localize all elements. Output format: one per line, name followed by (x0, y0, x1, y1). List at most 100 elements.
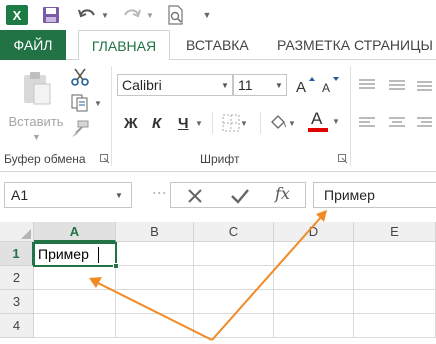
align-middle-button[interactable] (388, 74, 410, 96)
undo-icon[interactable] (75, 5, 99, 25)
undo-dropdown-icon[interactable]: ▼ (100, 5, 110, 25)
copy-icon (71, 94, 88, 112)
cell-c1[interactable] (194, 242, 274, 266)
font-size-value: 11 (238, 77, 253, 93)
redo-icon[interactable] (120, 5, 144, 25)
underline-dropdown-icon[interactable]: ▼ (195, 112, 203, 134)
font-color-button[interactable]: A ▼ (308, 109, 344, 132)
chevron-down-icon: ▼ (221, 80, 229, 90)
cell-e1[interactable] (354, 242, 436, 266)
font-color-glyph: A (311, 109, 323, 128)
font-size-select[interactable]: 11 ▼ (233, 74, 287, 96)
scissors-icon (71, 68, 89, 86)
font-launcher-icon[interactable] (338, 154, 348, 164)
fill-bucket-icon (271, 115, 286, 129)
cell-d3[interactable] (274, 290, 354, 314)
format-painter-button[interactable] (70, 118, 104, 140)
font-group-label: Шрифт (200, 152, 240, 166)
paste-button[interactable]: Вставить ▼ (4, 66, 68, 142)
align-lines-icon (359, 79, 375, 89)
cell-a4[interactable] (34, 314, 116, 338)
tab-insert[interactable]: ВСТАВКА (186, 30, 249, 60)
active-cell-border (33, 242, 117, 267)
row-header-4[interactable]: 4 (0, 314, 34, 338)
cut-button[interactable] (70, 66, 104, 88)
cell-a3[interactable] (34, 290, 116, 314)
italic-button[interactable]: К (152, 112, 161, 134)
row-header-3[interactable]: 3 (0, 290, 34, 314)
cell-e3[interactable] (354, 290, 436, 314)
borders-button[interactable]: ▼ (222, 112, 252, 134)
decrease-font-button[interactable]: A (320, 74, 342, 96)
cell-b2[interactable] (116, 266, 194, 290)
cell-b1[interactable] (116, 242, 194, 266)
name-box-value: A1 (11, 187, 29, 203)
increase-font-button[interactable]: A (295, 74, 317, 96)
font-color-swatch (308, 128, 328, 132)
align-center-icon (389, 117, 405, 127)
svg-text:A: A (296, 79, 306, 95)
clipboard-group-label: Буфер обмена (4, 152, 86, 166)
tab-page-layout[interactable]: РАЗМЕТКА СТРАНИЦЫ (277, 30, 433, 60)
cell-c4[interactable] (194, 314, 274, 338)
cell-c3[interactable] (194, 290, 274, 314)
column-header-c[interactable]: C (194, 222, 274, 242)
increase-font-icon: A (296, 77, 315, 95)
underline-button[interactable]: Ч (178, 112, 189, 134)
chevron-down-icon[interactable]: ▼ (115, 191, 131, 200)
row-header-2[interactable]: 2 (0, 266, 34, 290)
align-left-button[interactable] (358, 112, 380, 134)
column-header-d[interactable]: D (274, 222, 354, 242)
formula-bar-splitter[interactable]: ⋮ (152, 186, 168, 199)
cell-d1[interactable] (274, 242, 354, 266)
clipboard-launcher-icon[interactable] (100, 154, 110, 164)
tab-home[interactable]: ГЛАВНАЯ (78, 30, 170, 61)
name-box[interactable]: A1 ▼ (4, 182, 132, 208)
worksheet-grid: A B C D E 1 2 3 4 Пример (0, 222, 436, 344)
save-icon[interactable] (40, 5, 62, 25)
row-header-1[interactable]: 1 (0, 242, 34, 266)
cell-b4[interactable] (116, 314, 194, 338)
paste-icon (24, 72, 51, 105)
copy-dropdown-icon[interactable]: ▼ (94, 99, 102, 108)
column-header-b[interactable]: B (116, 222, 194, 242)
insert-function-icon[interactable]: fx (275, 184, 290, 203)
cell-e4[interactable] (354, 314, 436, 338)
formula-input[interactable]: Пример (313, 182, 436, 208)
align-center-button[interactable] (388, 112, 410, 134)
decrease-font-icon: A (322, 77, 339, 95)
cell-a2[interactable] (34, 266, 116, 290)
cell-e2[interactable] (354, 266, 436, 290)
cell-d4[interactable] (274, 314, 354, 338)
fill-color-dropdown-icon: ▼ (288, 118, 296, 128)
redo-dropdown-icon[interactable]: ▼ (145, 5, 155, 25)
font-name-select[interactable]: Calibri ▼ (117, 74, 233, 96)
copy-button[interactable]: ▼ (70, 92, 104, 114)
group-separator (111, 66, 112, 166)
checkmark-icon[interactable] (229, 186, 251, 206)
cell-c2[interactable] (194, 266, 274, 290)
select-all-button[interactable] (0, 222, 34, 242)
align-right-icon (417, 117, 432, 127)
align-top-button[interactable] (358, 74, 380, 96)
cancel-icon[interactable] (185, 186, 205, 206)
svg-text:A: A (322, 81, 330, 95)
align-right-button[interactable] (416, 112, 436, 134)
fill-color-button[interactable]: ▼ (268, 112, 300, 134)
align-bottom-button[interactable] (416, 74, 436, 96)
formula-bar-controls: fx (170, 182, 306, 208)
column-header-e[interactable]: E (354, 222, 436, 242)
tab-file[interactable]: ФАЙЛ (0, 30, 66, 60)
print-preview-icon[interactable] (165, 5, 187, 25)
customize-toolbar-icon[interactable]: ▼ (200, 5, 214, 25)
cell-b3[interactable] (116, 290, 194, 314)
fill-handle[interactable] (113, 263, 119, 269)
cell-d2[interactable] (274, 266, 354, 290)
column-header-a[interactable]: A (34, 222, 116, 242)
paste-dropdown-icon[interactable]: ▼ (32, 132, 41, 142)
bold-button[interactable]: Ж (124, 112, 138, 134)
align-left-icon (359, 117, 375, 127)
excel-logo-glyph: X (12, 7, 22, 23)
font-color-dropdown-icon: ▼ (332, 116, 340, 126)
quick-access-toolbar: X ▼ ▼ ▼ (0, 0, 436, 30)
